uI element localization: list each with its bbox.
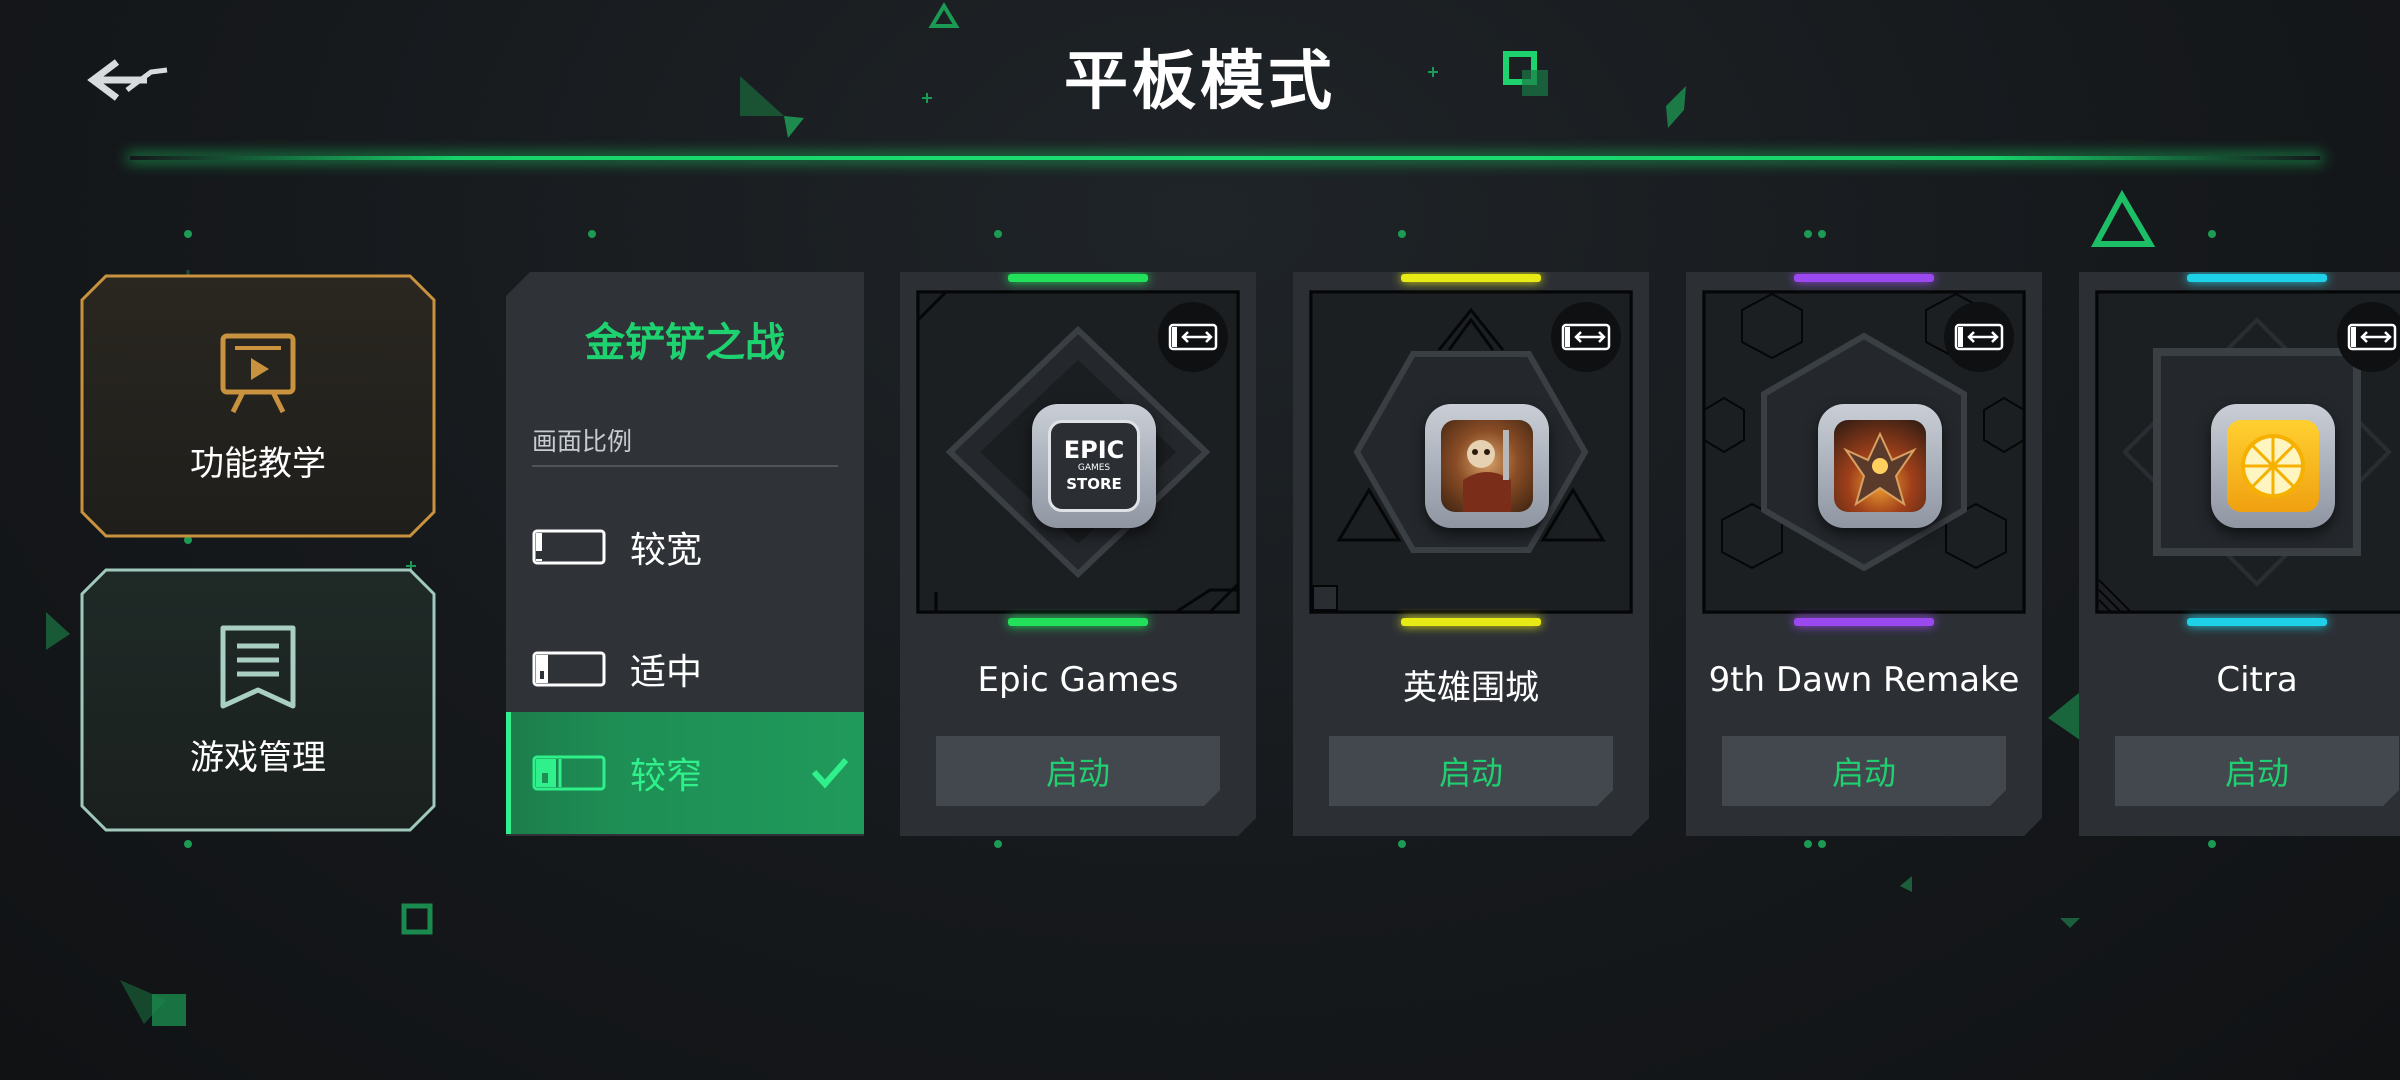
- game-card-epic[interactable]: EPIC GAMES STORE Epic Games 启动: [900, 272, 1256, 836]
- expand-width-icon: [1561, 323, 1611, 351]
- ratio-toggle-button[interactable]: [1944, 302, 2014, 372]
- presentation-board-icon: [220, 333, 296, 413]
- ratio-wide-icon: [532, 529, 606, 565]
- tutorial-label: 功能教学: [190, 443, 326, 484]
- checkmark-icon: [811, 758, 849, 789]
- ratio-option-wide[interactable]: 较宽: [506, 486, 864, 608]
- accent-bar: [1008, 274, 1148, 282]
- game-name: 9th Dawn Remake: [1708, 660, 2020, 700]
- launch-button[interactable]: 启动: [1722, 736, 2006, 806]
- game-management-button[interactable]: 游戏管理: [80, 568, 436, 832]
- expand-width-icon: [2347, 323, 2397, 351]
- ratio-narrow-icon: [532, 755, 606, 791]
- game-card-9th-dawn[interactable]: 9th Dawn Remake 启动: [1686, 272, 2042, 836]
- accent-bar: [1401, 618, 1541, 626]
- header-glow-divider: [130, 156, 2320, 160]
- epic-games-store-icon: EPIC GAMES STORE: [1032, 404, 1156, 528]
- selected-game-title: 金铲铲之战: [585, 320, 785, 366]
- accent-bar: [2187, 274, 2327, 282]
- ratio-toggle-button[interactable]: [1158, 302, 1228, 372]
- aspect-ratio-label: 画面比例: [532, 427, 633, 456]
- ratio-toggle-button[interactable]: [2337, 302, 2400, 372]
- launch-button[interactable]: 启动: [2115, 736, 2399, 806]
- 9th-dawn-game-icon: [1818, 404, 1942, 528]
- launch-button[interactable]: 启动: [936, 736, 1220, 806]
- launch-button[interactable]: 启动: [1329, 736, 1613, 806]
- panel-divider: [532, 465, 838, 467]
- ratio-option-narrow[interactable]: 较窄: [506, 712, 864, 834]
- hero-siege-game-icon: [1425, 404, 1549, 528]
- ratio-option-label: 较窄: [630, 756, 703, 797]
- ratio-option-label: 较宽: [630, 530, 703, 571]
- game-card-hero-siege[interactable]: 英雄围城 启动: [1293, 272, 1649, 836]
- selection-indicator: [506, 712, 511, 834]
- ratio-toggle-button[interactable]: [1551, 302, 1621, 372]
- game-art: [2095, 290, 2400, 614]
- expand-width-icon: [1168, 323, 1218, 351]
- ratio-option-label: 适中: [630, 652, 703, 693]
- tutorial-button[interactable]: 功能教学: [80, 274, 436, 538]
- game-card-citra[interactable]: Citra 启动: [2079, 272, 2400, 836]
- accent-bar: [1401, 274, 1541, 282]
- game-name: Citra: [2216, 660, 2298, 700]
- game-settings-panel: 金铲铲之战 画面比例 较宽 适中 较窄: [506, 272, 864, 836]
- accent-bar: [2187, 618, 2327, 626]
- accent-bar: [1008, 618, 1148, 626]
- ratio-medium-icon: [532, 651, 606, 687]
- expand-width-icon: [1954, 323, 2004, 351]
- game-name: Epic Games: [977, 660, 1179, 700]
- game-name: 英雄围城: [1403, 668, 1539, 708]
- accent-bar: [1794, 618, 1934, 626]
- game-art: [1309, 290, 1633, 614]
- page-title: 平板模式: [1064, 45, 1336, 119]
- citra-lemon-icon: [2211, 404, 2335, 528]
- game-art: [1702, 290, 2026, 614]
- document-list-icon: [220, 625, 296, 708]
- game-art: EPIC GAMES STORE: [916, 290, 1240, 614]
- game-management-label: 游戏管理: [190, 737, 326, 778]
- accent-bar: [1794, 274, 1934, 282]
